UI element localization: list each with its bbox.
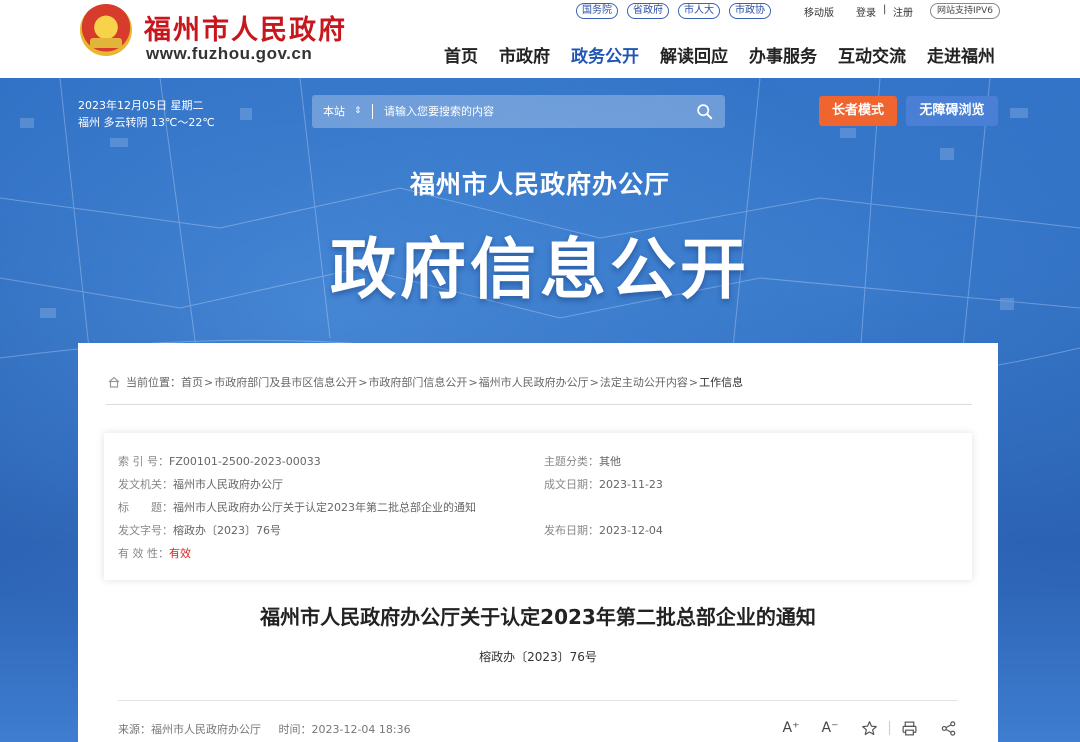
meta-index: 索 引 号：FZ00101-2500-2023-00033 (118, 455, 321, 468)
nav-services[interactable]: 办事服务 (749, 42, 817, 67)
search-icon[interactable] (696, 103, 713, 120)
register-link[interactable]: 注册 (893, 4, 913, 19)
font-increase-icon[interactable]: A⁺ (782, 719, 800, 737)
font-decrease-icon[interactable]: A⁻ (821, 719, 839, 737)
breadcrumb-department-info[interactable]: 市政府部门信息公开 (368, 374, 467, 390)
search-scope-select[interactable]: 本站 (323, 95, 345, 128)
nav-interaction[interactable]: 互动交流 (838, 42, 906, 67)
document-source: 来源：福州市人民政府办公厅 (118, 723, 261, 736)
meta-topic: 主题分类：其他 (544, 455, 621, 468)
meta-document-number: 发文字号：榕政办〔2023〕76号 (118, 524, 281, 537)
emblem-star-icon: ★ (98, 13, 114, 32)
document-divider (118, 700, 958, 701)
site-name[interactable]: 福州市人民政府 (144, 8, 347, 47)
share-icon[interactable] (939, 719, 957, 737)
quicklink-state-council[interactable]: 国务院 (576, 3, 618, 19)
ipv6-badge: 网站支持IPV6 (930, 3, 1000, 19)
accessible-browsing-button[interactable]: 无障碍浏览 (906, 96, 998, 126)
national-emblem-logo[interactable]: ★ (80, 4, 132, 56)
meta-issuer: 发文机关：福州市人民政府办公厅 (118, 478, 283, 491)
content-card: 当前位置： 首页 > 市政府部门及县市区信息公开 > 市政府部门信息公开 > 福… (78, 343, 998, 742)
department-title: 福州市人民政府办公厅 (409, 170, 670, 199)
breadcrumb-divider (106, 404, 972, 405)
document-number: 榕政办〔2023〕76号 (479, 650, 597, 664)
breadcrumb-current: 工作信息 (699, 376, 744, 389)
document-title: 福州市人民政府办公厅关于认定2023年第二批总部企业的通知 (260, 605, 816, 629)
breadcrumb-general-office[interactable]: 福州市人民政府办公厅 (479, 374, 589, 390)
favorite-star-icon[interactable] (860, 719, 878, 737)
validity-status: 有效 (169, 547, 191, 560)
nav-about-fuzhou[interactable]: 走进福州 (927, 42, 995, 67)
meta-validity: 有 效 性：有效 (118, 547, 191, 560)
document-time: 时间：2023-12-04 18:36 (278, 723, 411, 736)
nav-home[interactable]: 首页 (444, 42, 478, 67)
login-link[interactable]: 登录 (856, 4, 876, 19)
location-home-icon (108, 376, 120, 388)
weather-info: 福州 多云转阴 13℃～22℃ (78, 116, 215, 129)
breadcrumb-home[interactable]: 首页 (181, 374, 203, 390)
document-tools: A⁺ A⁻ (782, 719, 978, 737)
date-weather: 2023年12月05日 星期二 福州 多云转阴 13℃～22℃ (78, 97, 215, 131)
elder-mode-button[interactable]: 长者模式 (819, 96, 897, 126)
search-bar: 本站 ⇕ (312, 95, 725, 128)
page-title: 政府信息公开 (330, 231, 750, 308)
quicklink-municipal-cppcc[interactable]: 市政协 (729, 3, 771, 19)
breadcrumb-departments-counties[interactable]: 市政府部门及县市区信息公开 (214, 374, 357, 390)
mobile-version-link[interactable]: 移动版 (804, 4, 834, 19)
quicklinks: 国务院 省政府 市人大 市政协 (576, 3, 771, 19)
current-date: 2023年12月05日 星期二 (78, 99, 204, 112)
document-source-time: 来源：福州市人民政府办公厅 时间：2023-12-04 18:36 (118, 721, 411, 737)
search-input[interactable] (384, 102, 684, 121)
print-icon[interactable] (900, 719, 918, 737)
breadcrumb-prefix: 当前位置： (126, 376, 181, 389)
breadcrumb: 当前位置： 首页 > 市政府部门及县市区信息公开 > 市政府部门信息公开 > 福… (108, 374, 743, 390)
nav-government-affairs[interactable]: 政务公开 (571, 42, 639, 67)
site-header: ★ 福州市人民政府 www.fuzhou.gov.cn 国务院 省政府 市人大 … (0, 0, 1080, 78)
quicklink-provincial-gov[interactable]: 省政府 (627, 3, 669, 19)
scope-arrow-icon[interactable]: ⇕ (354, 95, 362, 128)
quicklink-municipal-congress[interactable]: 市人大 (678, 3, 720, 19)
main-nav: 首页 市政府 政务公开 解读回应 办事服务 互动交流 走进福州 (444, 42, 995, 67)
nav-municipal-government[interactable]: 市政府 (499, 42, 550, 67)
breadcrumb-statutory-disclosure[interactable]: 法定主动公开内容 (600, 374, 688, 390)
site-url: www.fuzhou.gov.cn (146, 44, 313, 63)
meta-published-date: 发布日期：2023-12-04 (544, 524, 663, 537)
document-metadata: 索 引 号：FZ00101-2500-2023-00033 主题分类：其他 发文… (104, 433, 972, 580)
meta-created-date: 成文日期：2023-11-23 (544, 478, 663, 491)
meta-title: 标 题：福州市人民政府办公厅关于认定2023年第二批总部企业的通知 (118, 501, 476, 514)
login-register-separator: | (883, 4, 887, 15)
nav-interpretation[interactable]: 解读回应 (660, 42, 728, 67)
